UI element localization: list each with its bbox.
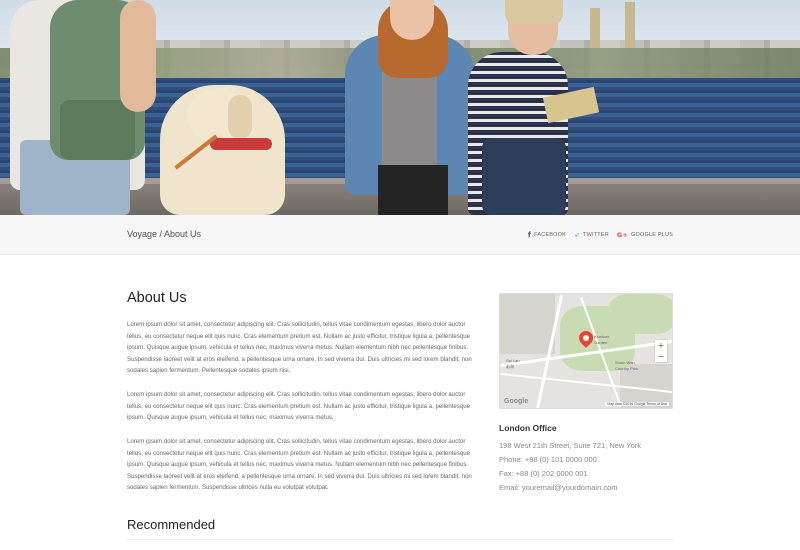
- twitter-icon: ➶: [573, 231, 581, 239]
- hero-arm: [120, 0, 156, 112]
- social-link-twitter[interactable]: ➶ TWITTER: [574, 231, 609, 239]
- map-zoom-control: + −: [655, 340, 667, 362]
- google-logo[interactable]: Google: [504, 398, 528, 405]
- recommended-heading: Recommended: [127, 517, 216, 532]
- hero-photo: [0, 0, 800, 215]
- google-plus-icon: G+: [616, 231, 629, 239]
- hero-person-right-hair: [505, 0, 563, 24]
- map-label: Garden: [594, 340, 608, 345]
- hero-tower: [625, 2, 635, 48]
- office-address: 198 West 21th Street, Suite 721, New Yor…: [499, 441, 642, 450]
- office-title: London Office: [499, 423, 557, 433]
- office-phone: Phone: +88 (0) 101 0000 000: [499, 455, 597, 464]
- hero-person-middle-pants: [378, 165, 448, 215]
- map-label: Sai Lan: [506, 358, 520, 363]
- social-label: GOOGLE PLUS: [631, 232, 673, 238]
- social-label: TWITTER: [583, 232, 609, 238]
- body-paragraph: Lorem ipsum dolor sit amet, consectetur …: [127, 321, 472, 374]
- map-park: [610, 294, 672, 334]
- location-map[interactable]: Sai Lan Kowloon Garden Sham Wan Country …: [499, 293, 673, 409]
- social-link-google-plus[interactable]: G+ GOOGLE PLUS: [617, 231, 673, 239]
- map-label: Sham Wan: [615, 360, 635, 365]
- zoom-out-button[interactable]: −: [655, 351, 667, 362]
- page-title: About Us: [127, 290, 187, 306]
- section-divider: [127, 539, 673, 540]
- map-label: Kowloon: [594, 334, 610, 339]
- office-fax: Fax: +88 (0) 202 0000 001: [499, 469, 588, 478]
- map-label: Country Park: [615, 366, 639, 371]
- social-links: f FACEBOOK ➶ TWITTER G+ GOOGLE PLUS: [528, 231, 673, 239]
- map-label: 彩灣: [506, 364, 514, 369]
- body-paragraph: Lorem ipsum dolor sit amet, consectetur …: [127, 391, 471, 421]
- map-attribution[interactable]: Map data ©2016 Google Terms of Use: [605, 402, 669, 406]
- breadcrumb-bar: Voyage / About Us f FACEBOOK ➶ TWITTER G…: [0, 215, 800, 255]
- hero-dog-ear: [228, 95, 252, 139]
- hero-person-right-bag: [482, 138, 566, 215]
- zoom-in-button[interactable]: +: [655, 340, 667, 351]
- body-paragraph: Lorem ipsum dolor sit amet, consectetur …: [127, 438, 472, 491]
- office-email[interactable]: Email: youremail@yourdomain.com: [499, 484, 673, 492]
- hero-tower: [590, 8, 600, 48]
- social-link-facebook[interactable]: f FACEBOOK: [528, 231, 566, 239]
- hero-backpack-pocket: [60, 100, 135, 160]
- map-area: [500, 294, 555, 354]
- sidebar: Sai Lan Kowloon Garden Sham Wan Country …: [499, 293, 673, 491]
- facebook-icon: f: [527, 231, 532, 239]
- breadcrumb[interactable]: Voyage / About Us: [127, 229, 201, 239]
- social-label: FACEBOOK: [534, 232, 566, 238]
- hero-dog-harness: [210, 138, 272, 150]
